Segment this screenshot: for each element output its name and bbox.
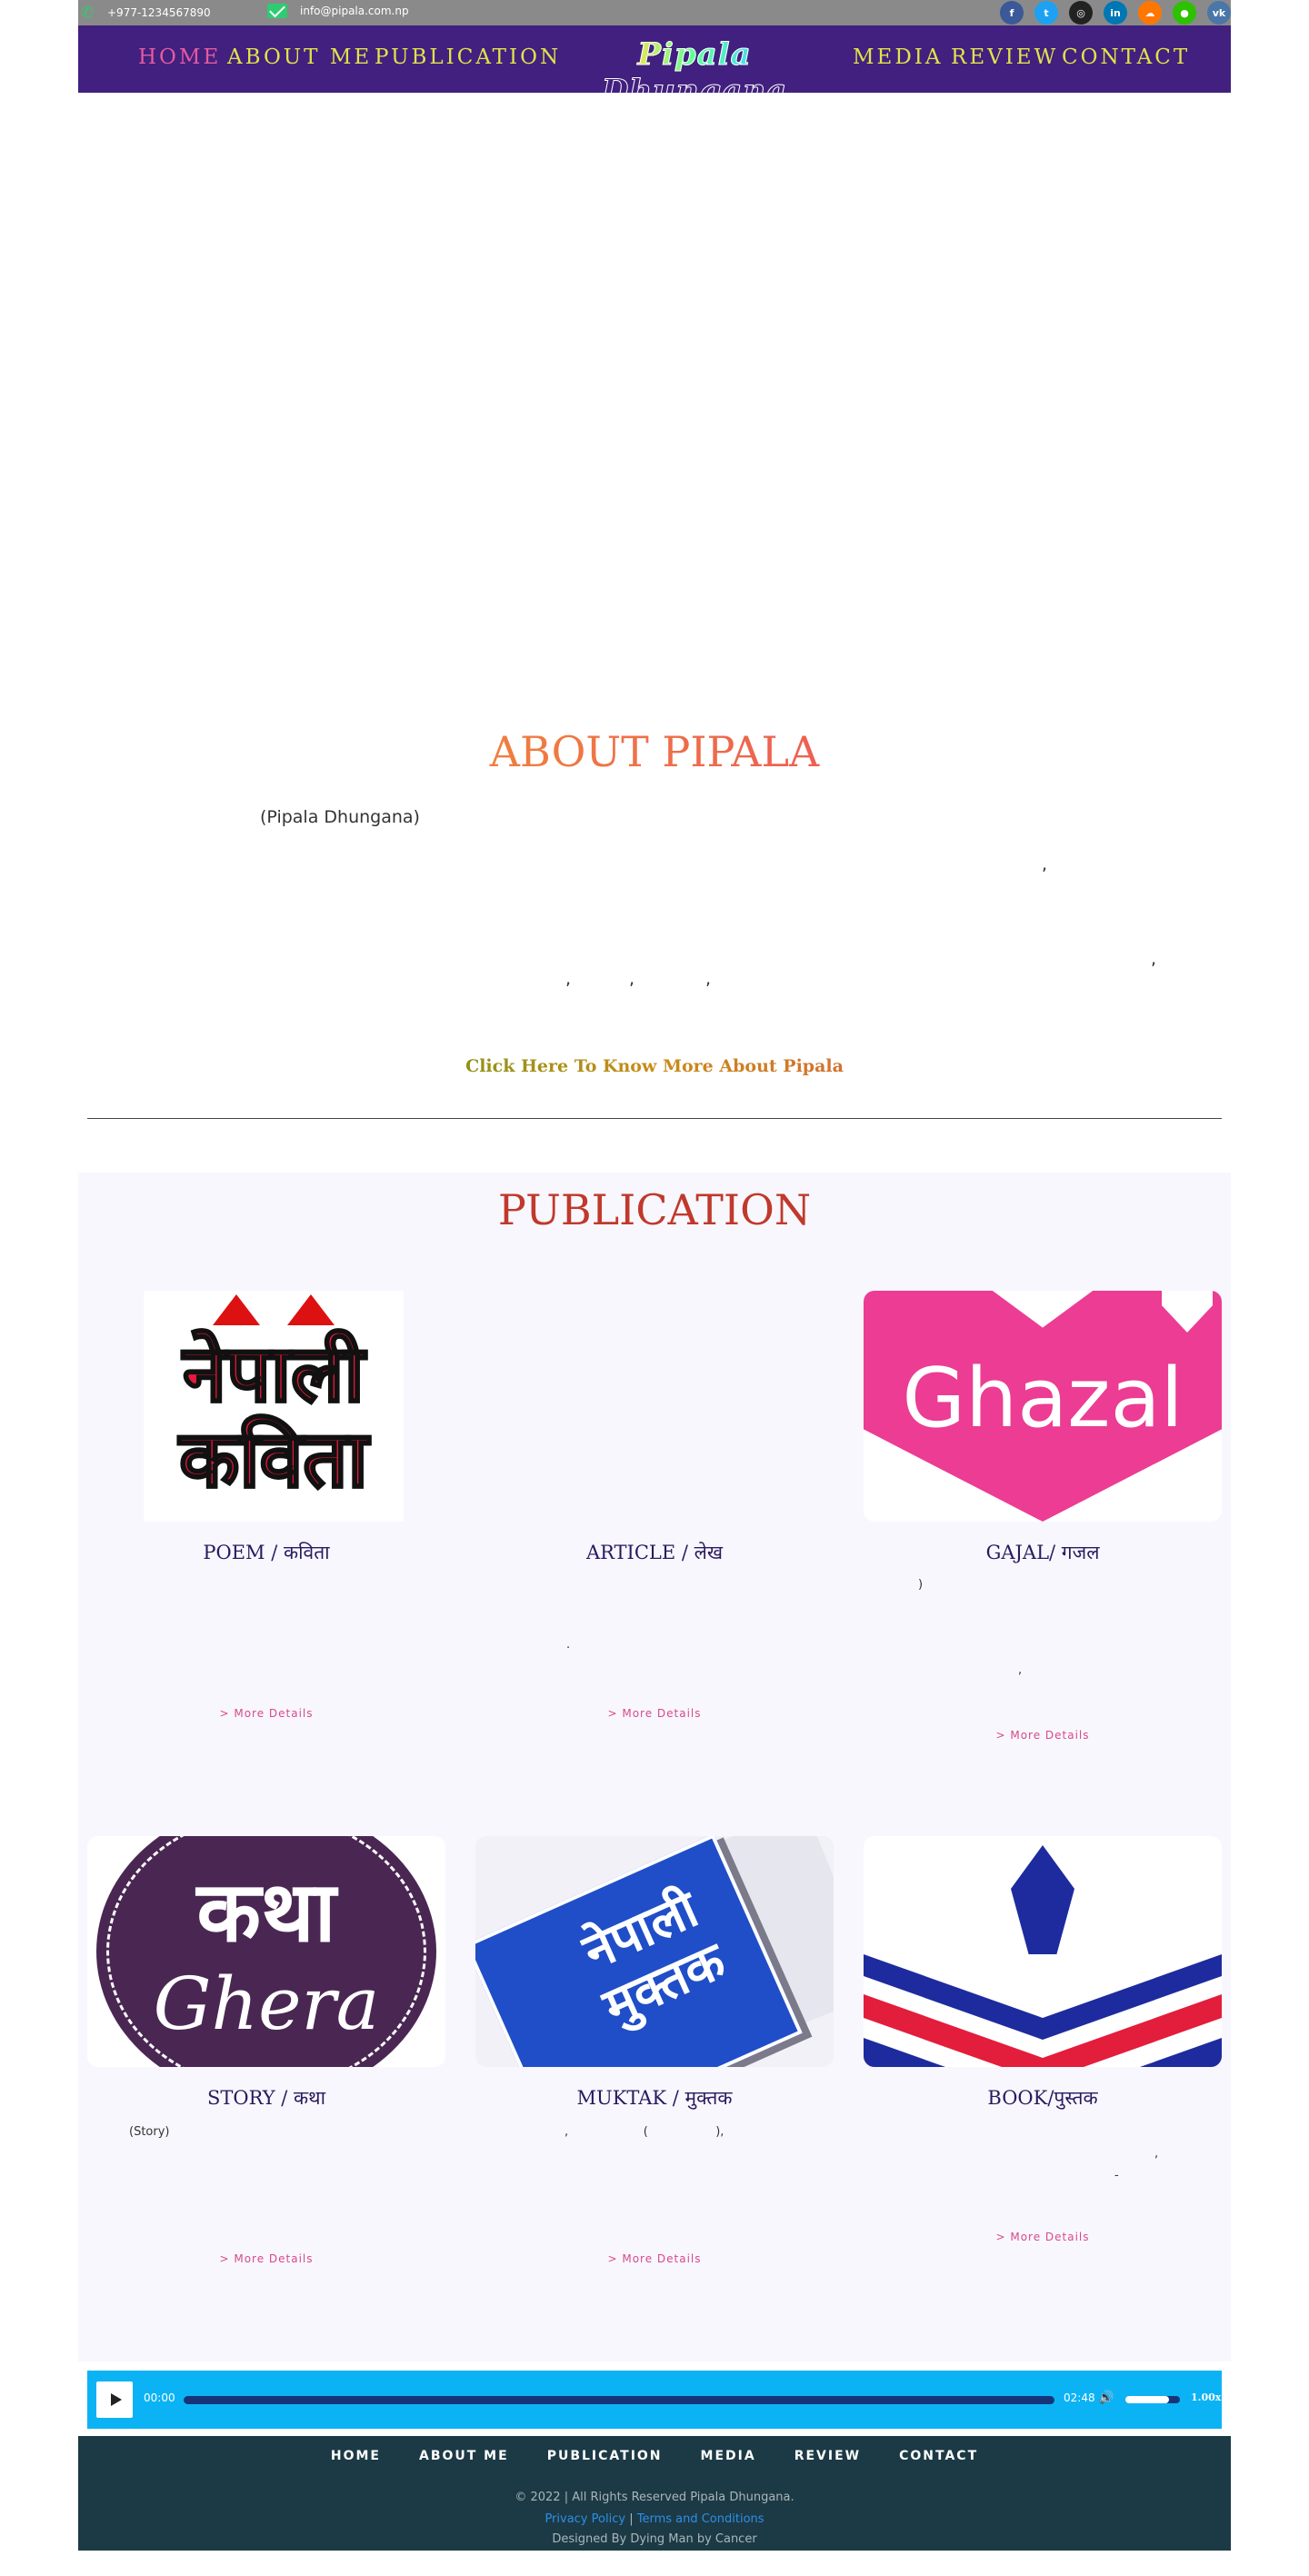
article-image[interactable]: [475, 1291, 834, 1522]
card-title: STORY / कथा: [206, 2087, 326, 2109]
vk-icon[interactable]: vk: [1207, 1, 1231, 25]
card-description: (Story): [129, 2125, 170, 2139]
main-nav: HOME ABOUT ME PUBLICATION Pipala Dhungan…: [78, 25, 1231, 110]
footer-nav-about-me[interactable]: ABOUT ME: [419, 2449, 509, 2463]
site-logo[interactable]: Pipala Dhungana: [558, 36, 831, 110]
volume-icon[interactable]: 🔊: [1098, 2391, 1114, 2405]
more-details-link[interactable]: > More Details: [87, 2252, 445, 2265]
audio-player: 00:00 02:48 🔊 1.00x: [87, 2371, 1222, 2429]
story-image-text: कथा: [196, 1863, 336, 1961]
footer-nav-home[interactable]: HOME: [331, 2449, 381, 2463]
duration: 02:48: [1064, 2391, 1095, 2404]
privacy-policy-link[interactable]: Privacy Policy: [545, 2512, 625, 2526]
card-title: ARTICLE / लेख: [585, 1542, 724, 1563]
publication-card-gajal[interactable]: Ghazal GAJAL/ गजल ) , > More Details: [864, 1291, 1222, 1745]
seek-bar[interactable]: [184, 2396, 1054, 2404]
designed-by: Designed By Dying Man by Cancer: [552, 2532, 757, 2546]
current-time: 00:00: [144, 2391, 175, 2404]
top-bar: ✆ +977-1234567890 info@pipala.com.np f t…: [78, 0, 1231, 25]
copyright: © 2022 | All Rights Reserved Pipala Dhun…: [515, 2491, 794, 2504]
about-name: (Pipala Dhungana): [260, 807, 420, 827]
poem-image-text: नेपाली: [182, 1329, 365, 1420]
footer-links: Privacy Policy | Terms and Conditions: [78, 2512, 1231, 2526]
linkedin-icon[interactable]: in: [1104, 1, 1127, 25]
card-title: MUKTAK / मुक्तक: [576, 2087, 733, 2109]
footer-nav-media[interactable]: MEDIA: [701, 2449, 756, 2463]
poem-image-text: कविता: [178, 1414, 369, 1505]
footer: HOME ABOUT ME PUBLICATION MEDIA REVIEW C…: [78, 2436, 1231, 2551]
footer-nav: HOME ABOUT ME PUBLICATION MEDIA REVIEW C…: [78, 2449, 1231, 2463]
nav-media[interactable]: MEDIA: [853, 45, 943, 69]
muktak-image[interactable]: नेपाली मुक्तक: [475, 1836, 834, 2067]
card-description: , ( ),: [565, 2125, 724, 2139]
nav-home[interactable]: HOME: [138, 45, 221, 69]
gajal-image-text: Ghazal: [902, 1351, 1184, 1446]
about-text-fragment: ,: [705, 969, 712, 989]
publication-card-muktak[interactable]: नेपाली मुक्तक MUKTAK / मुक्तक , ( ), > M…: [475, 1836, 834, 2272]
gajal-image[interactable]: Ghazal: [864, 1291, 1222, 1522]
book-image[interactable]: [864, 1836, 1222, 2067]
instagram-icon[interactable]: ◎: [1069, 1, 1093, 25]
card-description: ,: [1018, 1663, 1023, 1677]
card-description: ,: [1154, 2147, 1159, 2161]
email-address[interactable]: info@pipala.com.np: [300, 5, 409, 17]
more-details-link[interactable]: > More Details: [864, 1729, 1222, 1742]
facebook-icon[interactable]: f: [1000, 1, 1024, 25]
card-title: POEM / कविता: [203, 1542, 330, 1563]
nav-contact[interactable]: CONTACT: [1062, 45, 1190, 69]
publication-card-book[interactable]: BOOK/पुस्तक , - > More Details: [864, 1836, 1222, 2272]
nav-publication[interactable]: PUBLICATION: [375, 45, 561, 69]
envelope-icon: [267, 4, 287, 18]
about-text-fragment: ,: [1042, 854, 1048, 874]
flag-icon: [213, 1294, 260, 1325]
twitter-icon[interactable]: t: [1034, 1, 1058, 25]
publication-card-story[interactable]: कथा Ghera STORY / कथा (Story) > More Det…: [87, 1836, 445, 2272]
phone-contact[interactable]: ✆ +977-1234567890: [78, 4, 211, 22]
wechat-icon[interactable]: ●: [1173, 1, 1196, 25]
nav-about-me[interactable]: ABOUT ME: [227, 45, 372, 69]
playback-speed[interactable]: 1.00x: [1191, 2391, 1221, 2403]
play-button[interactable]: [96, 2381, 133, 2418]
footer-nav-contact[interactable]: CONTACT: [899, 2449, 978, 2463]
card-title: BOOK/पुस्तक: [987, 2087, 1098, 2109]
card-description: -: [1114, 2169, 1119, 2182]
card-description: .: [566, 1638, 571, 1652]
more-details-link[interactable]: > More Details: [475, 2252, 834, 2265]
more-details-link[interactable]: > More Details: [87, 1707, 445, 1720]
about-text-fragment: ,: [629, 969, 635, 989]
about-title: ABOUT PIPALA: [78, 727, 1231, 776]
story-image[interactable]: कथा Ghera: [87, 1836, 445, 2067]
nav-review[interactable]: REVIEW: [951, 45, 1058, 69]
about-more-link[interactable]: Click Here To Know More About Pipala: [78, 1056, 1231, 1076]
divider: [87, 1118, 1222, 1119]
footer-nav-publication[interactable]: PUBLICATION: [547, 2449, 663, 2463]
phone-number[interactable]: +977-1234567890: [107, 6, 211, 19]
story-image-text: Ghera: [153, 1962, 380, 2046]
social-links: f t ◎ in ☁ ● vk: [1000, 1, 1231, 25]
publication-section: PUBLICATION नेपाली कविता POEM / कविता > …: [78, 1173, 1231, 2361]
volume-level: [1125, 2396, 1169, 2403]
link-separator: |: [629, 2512, 634, 2526]
footer-nav-review[interactable]: REVIEW: [794, 2449, 861, 2463]
more-details-link[interactable]: > More Details: [475, 1707, 834, 1720]
flag-icon: [287, 1294, 335, 1325]
soundcloud-icon[interactable]: ☁: [1138, 1, 1162, 25]
about-text-fragment: ,: [565, 969, 572, 989]
phone-icon: ✆: [80, 4, 95, 22]
publication-card-article[interactable]: ARTICLE / लेख . > More Details: [475, 1291, 834, 1727]
open-book-icon: [864, 1954, 1222, 2067]
publication-title: PUBLICATION: [497, 1185, 812, 1234]
card-description: ): [918, 1578, 924, 1592]
about-text-fragment: ,: [1151, 949, 1157, 969]
page: ✆ +977-1234567890 info@pipala.com.np f t…: [78, 0, 1231, 2576]
email-contact[interactable]: info@pipala.com.np: [267, 4, 409, 18]
volume-slider[interactable]: [1125, 2396, 1180, 2403]
more-details-link[interactable]: > More Details: [864, 2231, 1222, 2243]
card-title: GAJAL/ गजल: [985, 1542, 1100, 1563]
poem-image[interactable]: नेपाली कविता: [87, 1291, 445, 1522]
terms-link[interactable]: Terms and Conditions: [637, 2512, 764, 2526]
publication-card-poem[interactable]: नेपाली कविता POEM / कविता > More Details: [87, 1291, 445, 1727]
